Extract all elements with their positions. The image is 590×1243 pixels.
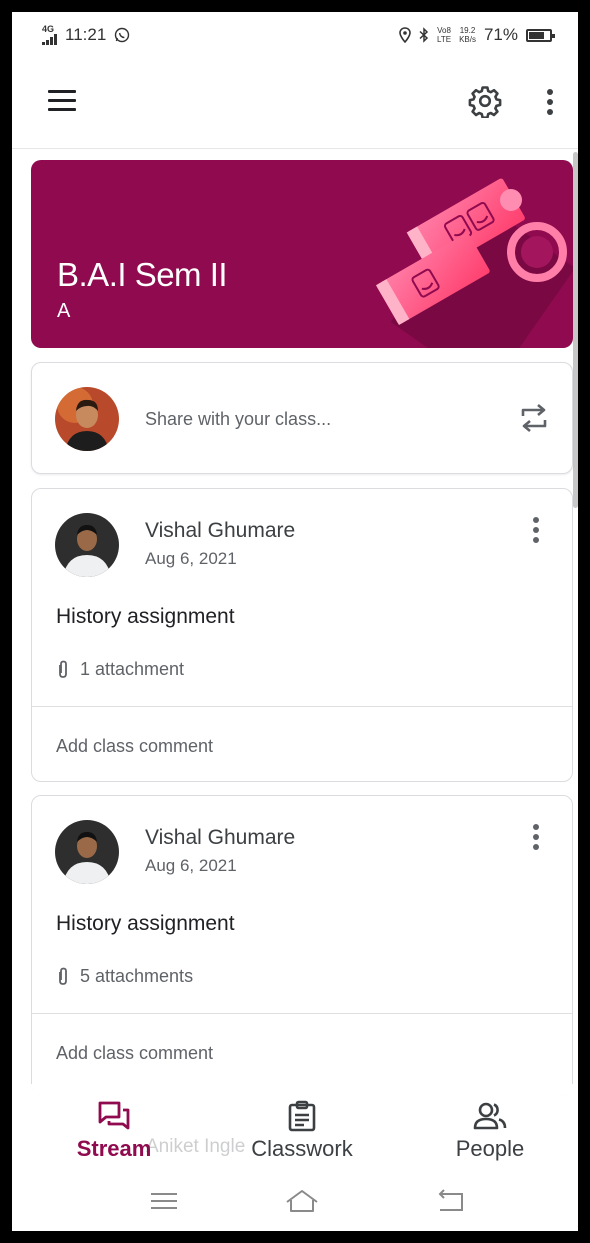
stream-icon [98, 1101, 130, 1130]
top-app-bar [12, 74, 578, 130]
bottom-navigation: Stream Classwork People [12, 1084, 578, 1174]
nav-stream[interactable]: Stream [64, 1084, 164, 1174]
post-author: Vishal Ghumare [145, 519, 296, 542]
post-date: Aug 6, 2021 [145, 549, 237, 568]
phone-screen: 4G 11:21 Vo8 LTE 19.2 KB/s 71% B.A.I Sem… [12, 12, 578, 1231]
recents-icon[interactable] [146, 1186, 182, 1216]
post-card[interactable]: Vishal Ghumare Aug 6, 2021 History assig… [31, 795, 573, 1095]
post-date: Aug 6, 2021 [145, 856, 237, 875]
app-bar-divider [12, 148, 578, 149]
network-speed: 19.2 KB/s [459, 26, 476, 44]
status-right: Vo8 LTE 19.2 KB/s 71% [399, 25, 555, 45]
status-left: 4G 11:21 [42, 25, 130, 45]
post-more-icon[interactable] [526, 822, 546, 852]
post-author: Vishal Ghumare [145, 826, 296, 849]
author-avatar [55, 820, 119, 884]
add-comment[interactable]: Add class comment [56, 736, 213, 757]
add-comment[interactable]: Add class comment [56, 1043, 213, 1064]
bluetooth-icon [419, 27, 429, 43]
people-icon [473, 1102, 507, 1130]
attachment-row[interactable]: 1 attachment [56, 659, 184, 680]
author-avatar [55, 513, 119, 577]
lte-label: LTE [436, 35, 452, 44]
network-label: 4G [42, 24, 55, 34]
user-avatar [55, 387, 119, 451]
volte-indicator: Vo8 LTE [437, 26, 451, 44]
class-banner[interactable]: B.A.I Sem II A [31, 160, 573, 348]
class-title: B.A.I Sem II [57, 256, 228, 293]
nav-people[interactable]: People [440, 1084, 540, 1174]
network-type: 4G [42, 25, 57, 45]
battery-percent: 71% [483, 25, 518, 44]
battery-icon [526, 28, 555, 42]
system-navigation-bar [12, 1174, 578, 1231]
whatsapp-icon [115, 27, 130, 43]
banner-illustration [375, 178, 573, 348]
share-card[interactable]: Share with your class... [31, 362, 573, 474]
nav-people-label: People [455, 1136, 525, 1161]
post-title[interactable]: History assignment [56, 605, 235, 629]
post-title[interactable]: History assignment [56, 912, 235, 936]
signal-icon [42, 34, 57, 45]
post-divider [32, 1013, 572, 1014]
home-icon[interactable] [284, 1186, 320, 1216]
scrollbar[interactable] [573, 152, 578, 508]
post-more-icon[interactable] [526, 515, 546, 545]
back-icon[interactable] [432, 1186, 468, 1216]
clock: 11:21 [65, 25, 107, 44]
status-bar: 4G 11:21 Vo8 LTE 19.2 KB/s 71% [12, 12, 578, 58]
class-section: A [57, 300, 71, 322]
nav-classwork-label: Classwork [251, 1136, 353, 1161]
gear-icon[interactable] [468, 84, 502, 118]
speed-unit: KB/s [459, 35, 476, 44]
menu-icon[interactable] [48, 90, 76, 112]
nav-classwork[interactable]: Classwork [236, 1084, 368, 1174]
post-card[interactable]: Vishal Ghumare Aug 6, 2021 History assig… [31, 488, 573, 782]
attachment-count: 5 attachments [80, 966, 194, 986]
more-vert-icon[interactable] [540, 88, 560, 116]
classwork-icon [288, 1100, 316, 1132]
attachment-icon [59, 967, 67, 985]
attachment-row[interactable]: 5 attachments [56, 966, 193, 987]
speed-value: 19.2 [459, 26, 476, 35]
share-input[interactable]: Share with your class... [145, 409, 331, 430]
volte-label: Vo8 [437, 26, 451, 35]
nav-stream-label: Stream [76, 1136, 152, 1161]
attachment-icon [59, 660, 67, 678]
location-icon [399, 27, 411, 43]
repost-icon[interactable] [517, 401, 551, 435]
attachment-count: 1 attachment [80, 659, 185, 679]
post-divider [32, 706, 572, 707]
